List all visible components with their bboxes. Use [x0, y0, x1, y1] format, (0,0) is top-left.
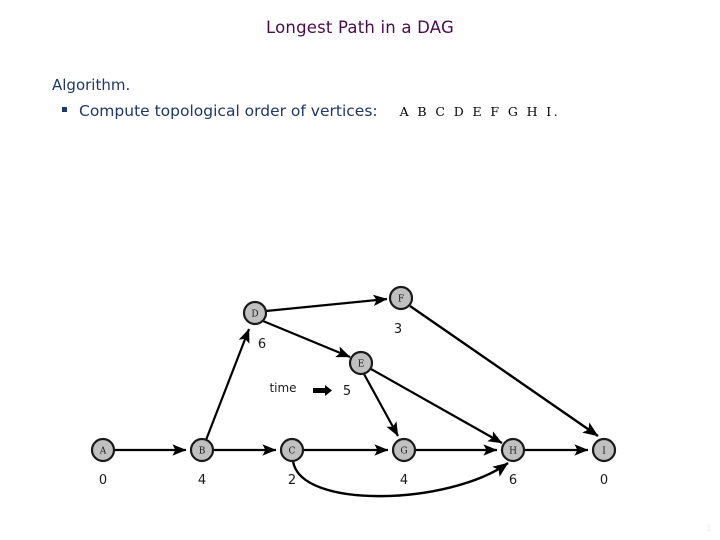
page-number: 1 — [706, 524, 712, 534]
time-label: time — [269, 381, 296, 395]
node-d[interactable]: D 6 — [242, 300, 268, 352]
node-label-e: E — [358, 360, 365, 370]
node-i[interactable]: I 0 — [591, 437, 617, 488]
edge-b-d — [204, 328, 251, 441]
node-value-a: 0 — [99, 473, 107, 488]
node-label-d: D — [251, 310, 258, 320]
node-b[interactable]: B 4 — [189, 437, 215, 488]
node-label-h: H — [509, 447, 517, 457]
edge-f-i — [409, 305, 599, 437]
node-f[interactable]: F 3 — [388, 285, 414, 337]
right-arrow-icon — [313, 385, 332, 396]
node-g[interactable]: G 4 — [391, 437, 417, 488]
node-e[interactable]: E 5 — [343, 350, 374, 399]
graph-nodes: A 0 B 4 C 2 D 6 E 5 F 3 G 4 H 6 I 0 — [90, 285, 617, 488]
time-annotation: time — [269, 381, 332, 396]
dag-graph: A 0 B 4 C 2 D 6 E 5 F 3 G 4 H 6 I 0 time — [90, 285, 617, 498]
node-value-h: 6 — [509, 473, 517, 488]
node-a[interactable]: A 0 — [90, 437, 116, 488]
node-label-f: F — [398, 295, 404, 305]
slide-canvas: Longest Path in a DAG Algorithm. Compute… — [0, 0, 720, 540]
node-value-c: 2 — [288, 473, 296, 488]
node-value-b: 4 — [198, 473, 206, 488]
node-label-g: G — [400, 447, 407, 457]
edge-e-g — [363, 373, 399, 437]
node-label-b: B — [199, 447, 206, 457]
graph-edges — [114, 294, 599, 498]
node-value-e: 5 — [343, 384, 351, 399]
node-label-a: A — [99, 447, 107, 457]
node-label-c: C — [289, 447, 296, 457]
node-value-g: 4 — [400, 473, 408, 488]
node-value-i: 0 — [600, 473, 608, 488]
node-value-f: 3 — [394, 322, 402, 337]
edge-e-h — [370, 368, 503, 444]
node-label-i: I — [602, 447, 606, 457]
node-c[interactable]: C 2 — [279, 437, 305, 488]
edge-d-e — [262, 319, 351, 359]
node-value-d: 6 — [258, 337, 266, 352]
edge-d-f — [265, 294, 388, 313]
